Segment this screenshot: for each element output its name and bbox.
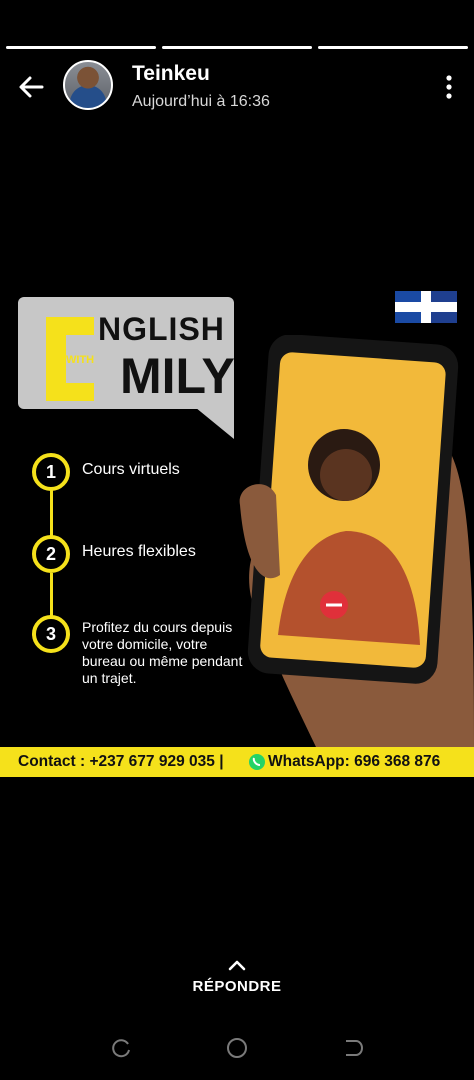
- phone-video-call-illustration: [239, 335, 474, 747]
- step-number: 2: [32, 535, 70, 573]
- step-connector: [50, 573, 53, 617]
- reply-button[interactable]: RÉPONDRE: [0, 958, 474, 995]
- step-label: Profitez du cours depuis votre domicile,…: [82, 619, 243, 686]
- timestamp: Aujourd’hui à 16:36: [132, 93, 270, 110]
- step-label: Heures flexibles: [82, 543, 196, 560]
- home-icon[interactable]: [225, 1036, 249, 1060]
- user-name[interactable]: Teinkeu: [132, 62, 210, 86]
- avatar[interactable]: [63, 60, 113, 110]
- logo-text-with: WITH: [66, 354, 95, 366]
- whatsapp-icon: [249, 754, 265, 770]
- logo-speech-tail: [190, 403, 234, 439]
- progress-segment: [318, 46, 468, 49]
- more-vert-icon[interactable]: [444, 75, 454, 99]
- contact-whatsapp: WhatsApp: 696 368 876: [268, 753, 441, 770]
- system-nav-bar: [0, 1030, 474, 1066]
- story-image[interactable]: NGLISH WITH MILY 1 Cours virtuels 2 Heur…: [0, 285, 474, 780]
- english-with-emily-logo: NGLISH WITH MILY: [18, 297, 235, 409]
- contact-bar: Contact : +237 677 929 035 | WhatsApp: 6…: [0, 747, 474, 777]
- step-number: 3: [32, 615, 70, 653]
- contact-phone: Contact : +237 677 929 035 |: [18, 753, 224, 770]
- reply-label: RÉPONDRE: [192, 978, 282, 995]
- step-number: 1: [32, 453, 70, 491]
- chevron-up-icon: [228, 960, 246, 971]
- logo-text-line2: MILY: [120, 348, 235, 404]
- back-nav-icon[interactable]: [340, 1036, 364, 1060]
- logo-text-line1: NGLISH: [98, 311, 225, 347]
- story-progress-bar: [6, 46, 468, 49]
- uk-us-flag-icon: [395, 291, 457, 323]
- step-label: Cours virtuels: [82, 461, 180, 478]
- step-connector: [50, 490, 53, 538]
- back-arrow-icon[interactable]: [14, 70, 48, 104]
- recents-icon[interactable]: [110, 1036, 134, 1060]
- progress-segment: [162, 46, 312, 49]
- story-header: Teinkeu Aujourd’hui à 16:36: [0, 58, 474, 118]
- progress-segment: [6, 46, 156, 49]
